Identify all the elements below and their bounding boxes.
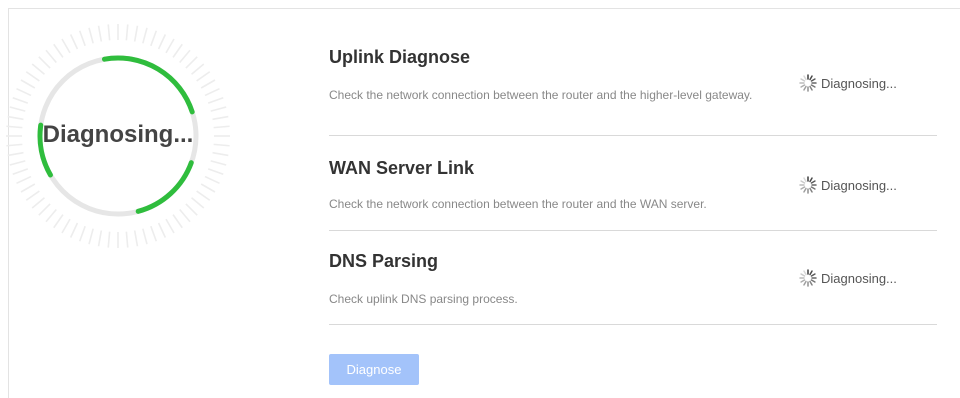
spinner-spoke — [809, 280, 813, 286]
diagnosis-progress-gauge: Diagnosing... — [4, 22, 232, 250]
item-description: Check the network connection between the… — [329, 88, 753, 102]
item-status-text: Diagnosing... — [821, 270, 897, 286]
item-status-text: Diagnosing... — [821, 177, 897, 193]
spinner-spoke — [800, 186, 806, 190]
item-status: Diagnosing... — [799, 74, 897, 92]
spinner-spoke — [809, 85, 813, 91]
item-title: WAN Server Link — [329, 158, 475, 178]
spinner-spoke — [809, 75, 813, 81]
spinner-spoke — [809, 187, 813, 193]
item-status: Diagnosing... — [799, 176, 897, 194]
list-item-wan-server-link: WAN Server Link Check the network connec… — [329, 136, 937, 231]
item-status-text: Diagnosing... — [821, 75, 897, 91]
spinner-spoke — [809, 177, 813, 183]
spinner-spoke — [809, 270, 813, 276]
spinner-spoke — [803, 177, 807, 183]
spinner-spoke — [810, 279, 816, 283]
spinner-spoke — [800, 84, 806, 88]
item-title: Uplink Diagnose — [329, 47, 471, 67]
gauge-status-label: Diagnosing... — [42, 121, 194, 148]
spinner-icon — [799, 74, 817, 92]
spinner-icon — [799, 269, 817, 287]
spinner-spoke — [810, 78, 816, 82]
spinner-spoke — [803, 280, 807, 286]
diagnosis-list: Uplink Diagnose Check the network connec… — [329, 47, 937, 325]
spinner-spoke — [810, 84, 816, 88]
list-item-uplink-diagnose: Uplink Diagnose Check the network connec… — [329, 47, 937, 136]
spinner-spoke — [800, 273, 806, 277]
spinner-spoke — [803, 75, 807, 81]
spinner-spoke — [810, 180, 816, 184]
spinner-spoke — [800, 279, 806, 283]
spinner-spoke — [803, 187, 807, 193]
spinner-icon — [799, 176, 817, 194]
diagnose-button[interactable]: Diagnose — [329, 354, 419, 385]
spinner-spoke — [810, 273, 816, 277]
spinner-spoke — [803, 270, 807, 276]
item-description: Check the network connection between the… — [329, 197, 707, 211]
item-description: Check uplink DNS parsing process. — [329, 292, 518, 306]
spinner-spoke — [803, 85, 807, 91]
item-title: DNS Parsing — [329, 251, 439, 271]
spinner-spoke — [800, 78, 806, 82]
list-item-dns-parsing: DNS Parsing Check uplink DNS parsing pro… — [329, 231, 937, 325]
spinner-spoke — [810, 186, 816, 190]
spinner-spoke — [800, 180, 806, 184]
item-status: Diagnosing... — [799, 269, 897, 287]
